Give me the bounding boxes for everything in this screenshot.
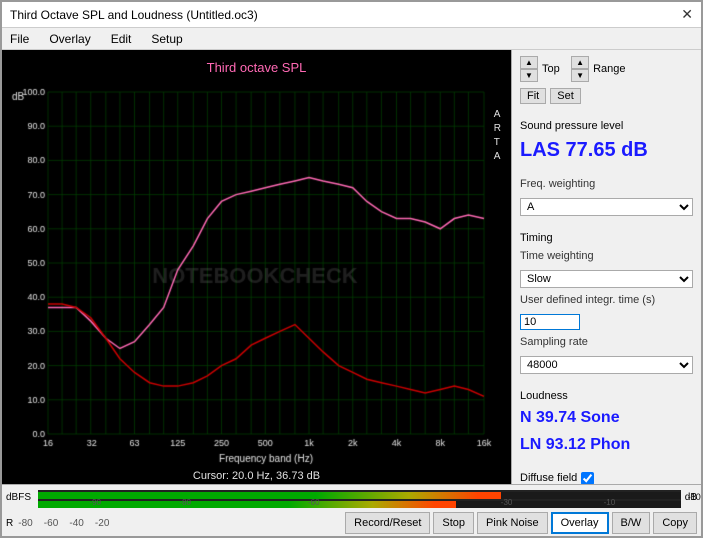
timing-label: Timing (520, 232, 693, 244)
menu-file[interactable]: File (6, 31, 33, 47)
tick-60: -60 (308, 498, 320, 507)
top-controls: ▲ ▼ Top ▲ ▼ Range (520, 56, 693, 82)
integr-time-label: User defined integr. time (s) (520, 294, 693, 306)
time-weighting-dropdown[interactable]: Slow Fast Impulse (520, 270, 693, 288)
btn-row: R -80 -60 -40 -20 Record/Reset Stop Pink… (2, 510, 701, 536)
tick-10: -10 (604, 498, 616, 507)
top-down-arrow[interactable]: ▼ (520, 69, 538, 82)
diffuse-field-checkbox[interactable] (581, 472, 594, 484)
chart-wrapper: ARTA (10, 78, 503, 468)
menu-setup[interactable]: Setup (147, 31, 186, 47)
loudness-section-label: Loudness (520, 390, 693, 402)
range-down-arrow[interactable]: ▼ (571, 69, 589, 82)
diffuse-field-label: Diffuse field (520, 472, 577, 484)
bottom-bar: dBFS -10 -90 -80 -60 -30 -10 dB (2, 484, 701, 536)
spl-section-label: Sound pressure level (520, 120, 693, 132)
main-area: Third octave SPL ARTA Cursor: 20.0 Hz, 3… (2, 50, 701, 484)
loudness-value1: N 39.74 Sone (520, 408, 693, 429)
stop-button[interactable]: Stop (433, 512, 474, 534)
fit-button[interactable]: Fit (520, 88, 546, 104)
tick-90: -90 (89, 498, 101, 507)
tick-30: -30 (501, 498, 513, 507)
overlay-button[interactable]: Overlay (551, 512, 609, 534)
freq-weighting-dropdown[interactable]: A C Z (520, 198, 693, 216)
cursor-info: Cursor: 20.0 Hz, 36.73 dB (10, 468, 503, 484)
meter-row: dBFS -10 -90 -80 -60 -30 -10 dB (2, 485, 701, 510)
title-bar: Third Octave SPL and Loudness (Untitled.… (2, 2, 701, 28)
top-up-arrow[interactable]: ▲ (520, 56, 538, 69)
close-button[interactable]: ✕ (681, 6, 693, 23)
meter-bar: -10 -90 -80 -60 -30 -10 (38, 490, 681, 506)
range-up-arrow[interactable]: ▲ (571, 56, 589, 69)
bw-button[interactable]: B/W (612, 512, 651, 534)
pink-noise-button[interactable]: Pink Noise (477, 512, 548, 534)
loudness-value2: LN 93.12 Phon (520, 435, 693, 456)
range-arrows: ▲ ▼ (571, 56, 589, 82)
arta-label: ARTA (494, 108, 501, 164)
time-weighting-label: Time weighting (520, 250, 693, 262)
copy-button[interactable]: Copy (653, 512, 697, 534)
fit-controls: Fit Set (520, 88, 693, 104)
sampling-rate-dropdown[interactable]: 48000 44100 96000 (520, 356, 693, 374)
bottom-scale-label: -80 -60 -40 -20 (18, 518, 109, 529)
main-window: Third Octave SPL and Loudness (Untitled.… (0, 0, 703, 538)
chart-canvas (10, 78, 500, 468)
right-panel: ▲ ▼ Top ▲ ▼ Range Fit Set Sound pressure… (511, 50, 701, 484)
set-button[interactable]: Set (550, 88, 581, 104)
freq-weighting-label: Freq. weighting (520, 178, 693, 190)
range-label: Range (593, 63, 625, 75)
spl-value: LAS 77.65 dB (520, 138, 693, 162)
top-arrows: ▲ ▼ (520, 56, 538, 82)
menu-bar: File Overlay Edit Setup (2, 28, 701, 50)
tick-80: -80 (179, 498, 191, 507)
diffuse-field-row: Diffuse field (520, 472, 693, 484)
sampling-rate-label: Sampling rate (520, 336, 693, 348)
integr-time-input[interactable] (520, 314, 580, 330)
dbfs-label: dBFS (6, 492, 36, 503)
meter-l-tick: -10 (688, 492, 701, 502)
menu-overlay[interactable]: Overlay (45, 31, 94, 47)
menu-edit[interactable]: Edit (107, 31, 136, 47)
window-title: Third Octave SPL and Loudness (Untitled.… (10, 8, 258, 22)
record-reset-button[interactable]: Record/Reset (345, 512, 430, 534)
chart-title: Third octave SPL (2, 60, 511, 75)
chart-area: Third octave SPL ARTA Cursor: 20.0 Hz, 3… (2, 50, 511, 484)
r-label: R (6, 518, 13, 529)
top-label: Top (542, 63, 560, 75)
